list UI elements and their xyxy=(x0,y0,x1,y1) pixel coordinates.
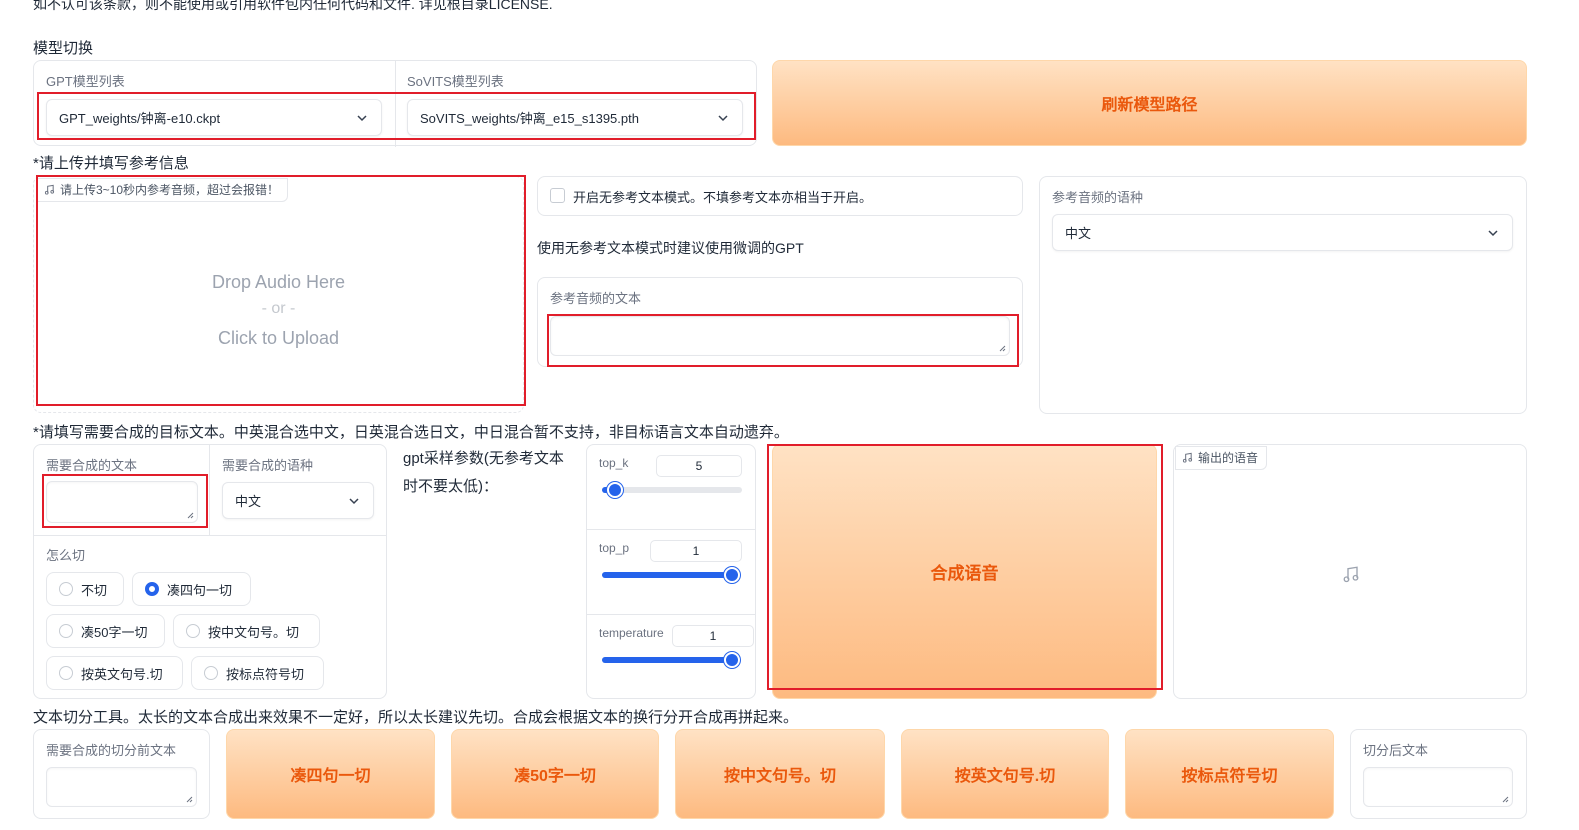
temperature-input[interactable]: 1 xyxy=(672,625,754,647)
radio-indicator xyxy=(204,666,218,680)
top-p-slider-fill xyxy=(602,572,732,578)
chevron-down-icon xyxy=(718,114,728,121)
sovits-model-select[interactable]: SoVITS_weights/钟离_e15_s1395.pth xyxy=(407,99,743,136)
model-section-title: 模型切换 xyxy=(33,40,94,57)
resize-grip-icon xyxy=(186,796,193,803)
split-after-output[interactable] xyxy=(1363,767,1513,807)
no-ref-mode-checkbox[interactable] xyxy=(550,188,565,203)
music-note-icon xyxy=(44,184,55,195)
temperature-slider[interactable] xyxy=(602,652,740,668)
no-ref-mode-hint: 使用无参考文本模式时建议使用微调的GPT xyxy=(537,240,804,256)
target-text-input[interactable] xyxy=(46,481,198,523)
target-text-label: 需要合成的文本 xyxy=(46,458,138,473)
cut-method-label: 怎么切 xyxy=(46,548,86,563)
reference-section-title: *请上传并填写参考信息 xyxy=(33,155,189,172)
cut-option-chinese-period[interactable]: 按中文句号。切 xyxy=(173,614,320,648)
radio-indicator xyxy=(59,624,73,638)
panel-divider xyxy=(34,535,386,536)
panel-divider xyxy=(587,529,755,530)
cut-option-label: 凑四句一切 xyxy=(167,582,233,598)
chevron-down-icon xyxy=(357,114,367,121)
chevron-down-icon xyxy=(1488,229,1498,236)
top-p-slider[interactable] xyxy=(602,567,740,583)
sovits-model-value: SoVITS_weights/钟离_e15_s1395.pth xyxy=(420,111,639,126)
panel-divider xyxy=(587,614,755,615)
cut-option-label: 按英文句号.切 xyxy=(81,666,163,682)
target-lang-label: 需要合成的语种 xyxy=(222,458,314,473)
synthesis-section-title: *请填写需要合成的目标文本。中英混合选中文，日英混合选日文，中日混合暂不支持，非… xyxy=(33,424,789,441)
reference-audio-tag-text: 请上传3~10秒内参考音频，超过会报错！ xyxy=(60,183,280,197)
music-note-icon xyxy=(1343,566,1359,583)
split-after-label: 切分后文本 xyxy=(1363,743,1429,758)
refresh-model-path-button[interactable]: 刷新模型路径 xyxy=(772,60,1527,146)
temperature-slider-fill xyxy=(602,657,732,663)
gpt-model-value: GPT_weights/钟离-e10.ckpt xyxy=(59,111,221,126)
ref-lang-select[interactable]: 中文 xyxy=(1052,214,1513,251)
no-ref-mode-label: 开启无参考文本模式。不填参考文本亦相当于开启。 xyxy=(573,190,873,205)
gpt-model-select[interactable]: GPT_weights/钟离-e10.ckpt xyxy=(46,99,382,136)
split-punctuation-button[interactable]: 按标点符号切 xyxy=(1125,729,1334,819)
split-english-period-button[interactable]: 按英文句号.切 xyxy=(901,729,1109,819)
top-p-input[interactable]: 1 xyxy=(650,540,742,562)
split-chinese-period-button[interactable]: 按中文句号。切 xyxy=(675,729,885,819)
cut-option-50-chars[interactable]: 凑50字一切 xyxy=(46,614,165,648)
resize-grip-icon xyxy=(1502,796,1509,803)
cut-option-four-sentences[interactable]: 凑四句一切 xyxy=(132,572,251,606)
gpt-model-label: GPT模型列表 xyxy=(46,74,125,89)
ref-lang-label: 参考音频的语种 xyxy=(1052,190,1144,205)
top-k-slider[interactable] xyxy=(602,482,742,498)
resize-grip-icon xyxy=(187,512,194,519)
resize-grip-icon xyxy=(999,345,1006,352)
top-p-slider-handle[interactable] xyxy=(724,567,740,583)
radio-indicator xyxy=(59,666,73,680)
radio-indicator xyxy=(59,582,73,596)
cut-option-label: 按标点符号切 xyxy=(226,666,305,682)
split-section-title: 文本切分工具。太长的文本合成出来效果不一定好，所以太长建议先切。合成会根据文本的… xyxy=(33,709,799,726)
click-to-upload-text: Click to Upload xyxy=(217,328,340,348)
top-k-input[interactable]: 5 xyxy=(656,455,742,477)
ref-text-label: 参考音频的文本 xyxy=(550,291,642,306)
split-four-sentences-button[interactable]: 凑四句一切 xyxy=(226,729,435,819)
sovits-model-label: SoVITS模型列表 xyxy=(407,74,504,89)
target-lang-value: 中文 xyxy=(235,494,262,509)
radio-indicator-selected xyxy=(145,582,159,596)
ref-text-input[interactable] xyxy=(550,316,1010,356)
top-p-label: top_p xyxy=(599,541,630,555)
synthesize-button[interactable]: 合成语音 xyxy=(772,444,1157,699)
radio-indicator xyxy=(186,624,200,638)
target-lang-select[interactable]: 中文 xyxy=(222,482,374,519)
gpt-params-note: gpt采样参数(无参考文本时不要太低)： xyxy=(403,450,564,495)
top-k-label: top_k xyxy=(599,456,629,470)
cut-option-no-cut[interactable]: 不切 xyxy=(46,572,124,606)
panel-divider xyxy=(209,445,210,535)
chevron-down-icon xyxy=(349,497,359,504)
temperature-label: temperature xyxy=(599,626,664,640)
panel-divider xyxy=(395,61,396,147)
cut-option-label: 按中文句号。切 xyxy=(208,624,300,640)
output-audio-panel xyxy=(1173,444,1527,699)
reference-audio-dropzone[interactable]: Drop Audio Here - or - Click to Upload xyxy=(33,176,524,413)
drop-audio-text: Drop Audio Here xyxy=(211,272,346,292)
cut-option-punctuation[interactable]: 按标点符号切 xyxy=(191,656,324,690)
top-k-slider-handle[interactable] xyxy=(607,482,623,498)
license-notice: 如不认可该条款，则不能使用或引用软件包内任何代码和文件. 详见根目录LICENS… xyxy=(33,0,553,12)
drop-or-text: - or - xyxy=(261,300,296,317)
cut-option-label: 凑50字一切 xyxy=(81,624,148,640)
reference-audio-tag: 请上传3~10秒内参考音频，超过会报错！ xyxy=(37,178,289,202)
output-audio-tag: 输出的语音 xyxy=(1175,446,1268,470)
split-before-label: 需要合成的切分前文本 xyxy=(46,743,177,758)
music-note-icon xyxy=(1182,452,1193,463)
output-audio-tag-text: 输出的语音 xyxy=(1198,451,1259,465)
ref-lang-panel xyxy=(1039,176,1527,414)
cut-option-english-period[interactable]: 按英文句号.切 xyxy=(46,656,183,690)
ref-lang-value: 中文 xyxy=(1065,226,1092,241)
split-before-input[interactable] xyxy=(46,767,197,807)
temperature-slider-handle[interactable] xyxy=(724,652,740,668)
cut-option-label: 不切 xyxy=(81,582,108,598)
split-50-chars-button[interactable]: 凑50字一切 xyxy=(451,729,659,819)
